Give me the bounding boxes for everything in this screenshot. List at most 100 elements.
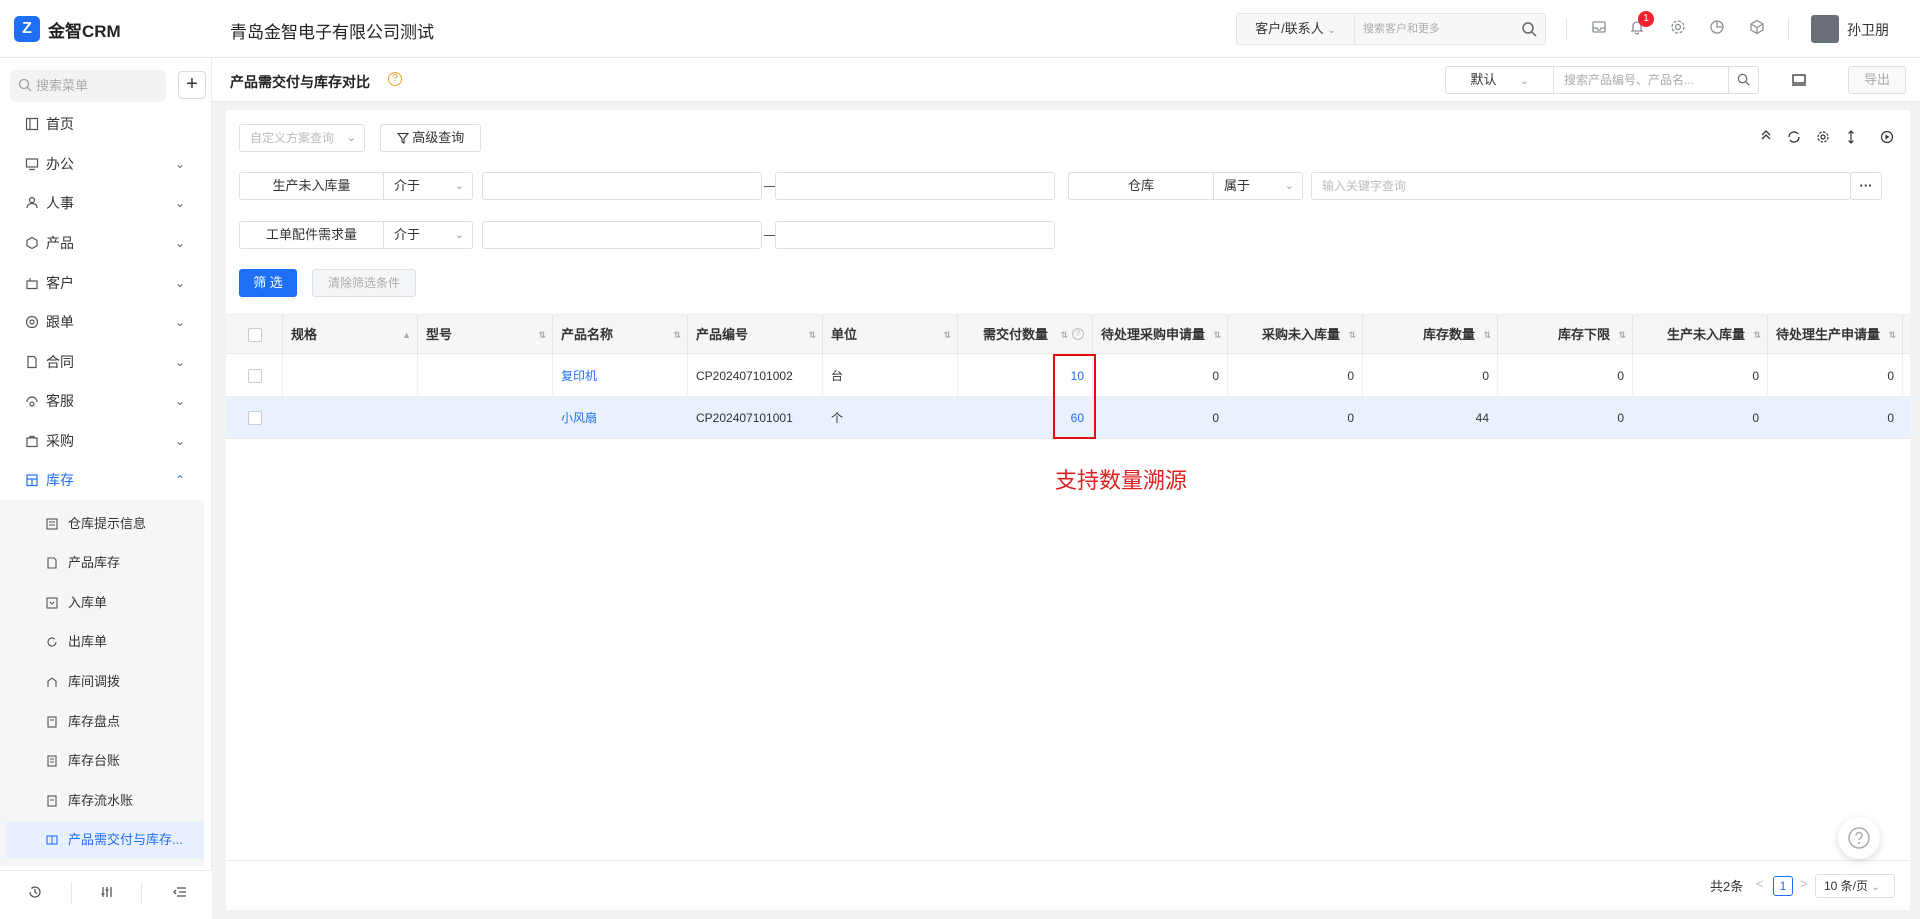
sidebar-subitem-label: 库存盘点 (68, 714, 121, 729)
global-search-input[interactable]: 搜索客户和更多 (1363, 14, 1513, 44)
gear-icon[interactable] (1668, 19, 1688, 39)
custom-scheme-select[interactable]: 自定义方案查询 ⌄ (239, 124, 365, 152)
collapse-menu-icon[interactable] (170, 884, 190, 904)
add-menu-button[interactable]: + (178, 71, 206, 99)
row-checkbox[interactable] (248, 411, 262, 425)
filter-field-label: 仓库 (1068, 172, 1214, 200)
row-height-icon[interactable] (1843, 130, 1859, 146)
cell-product-name-link[interactable]: 复印机 (553, 355, 688, 397)
pager-next[interactable]: > (1800, 876, 1808, 891)
search-type-select[interactable]: 客户/联系人 ⌄ (1237, 14, 1355, 44)
sidebar-subitem-product-stock[interactable]: 产品库存 (6, 545, 204, 581)
advanced-query-button[interactable]: 高级查询 (380, 124, 481, 152)
column-header[interactable]: 库存数量 ⇅ (1363, 315, 1498, 355)
sidebar-item-inventory[interactable]: 库存 ⌃ (0, 464, 206, 496)
sidebar-item-customer[interactable]: 客户 ⌄ (0, 267, 206, 299)
view-select[interactable]: 默认 ⌄ (1446, 67, 1554, 93)
inbox-icon[interactable] (1589, 19, 1609, 39)
help-icon[interactable]: ? (388, 72, 402, 86)
sidebar-item-product[interactable]: 产品 ⌄ (0, 227, 206, 259)
home-icon (25, 117, 39, 131)
warehouse-keyword-input[interactable]: 输入关键字查询 (1311, 172, 1851, 200)
sidebar-subitem-ledger[interactable]: 库存台账 (6, 743, 204, 779)
logo-icon[interactable]: Z (14, 16, 40, 42)
sidebar-item-purchase[interactable]: 采购 ⌄ (0, 425, 206, 457)
filter-max-input[interactable] (775, 221, 1055, 249)
sidebar-item-label: 合同 (46, 354, 74, 370)
app-logo-text[interactable]: 金智CRM (48, 17, 121, 42)
history-icon[interactable] (25, 884, 45, 904)
cell-stock-min: 0 (1498, 397, 1633, 439)
sidebar-subitem-stocktake[interactable]: 库存盘点 (6, 704, 204, 740)
column-header[interactable]: 型号 ⇅ (418, 315, 553, 355)
pager-prev[interactable]: < (1756, 876, 1764, 891)
filter-min-input[interactable] (482, 221, 762, 249)
row-select-cell (226, 397, 283, 439)
search-icon[interactable] (1521, 21, 1537, 37)
cell-stock: 44 (1363, 397, 1498, 439)
footer-divider (226, 860, 1910, 861)
sidebar-subitem-warehouse-info[interactable]: 仓库提示信息 (6, 506, 204, 542)
pager-current-page[interactable]: 1 (1773, 876, 1793, 896)
row-checkbox[interactable] (248, 369, 262, 383)
sliders-icon[interactable] (97, 884, 117, 904)
chevron-down-icon: ⌄ (175, 394, 186, 408)
sidebar-item-hr[interactable]: 人事 ⌄ (0, 187, 206, 219)
column-header[interactable]: 规格 ▲ (283, 315, 418, 355)
select-all-checkbox[interactable] (248, 328, 262, 342)
filter-button[interactable]: 筛 选 (239, 269, 297, 297)
gear-icon[interactable] (1815, 130, 1831, 146)
filter-operator-select[interactable]: 介于 ⌄ (383, 221, 473, 249)
sidebar-item-contract[interactable]: 合同 ⌄ (0, 346, 206, 378)
sidebar-subitem-transfer[interactable]: 库间调拨 (6, 664, 204, 700)
collapse-up-icon[interactable] (1758, 128, 1774, 144)
refresh-icon[interactable] (1786, 130, 1802, 146)
column-header[interactable]: 单位 ⇅ (823, 315, 958, 355)
sidebar-subitem-demand-vs-stock[interactable]: 产品需交付与库存... (6, 822, 204, 858)
help-icon[interactable]: ? (1072, 328, 1084, 340)
column-header[interactable]: 采购未入库量 ⇅ (1228, 315, 1363, 355)
filter-operator-select[interactable]: 介于 ⌄ (383, 172, 473, 200)
username[interactable]: 孙卫朋 (1847, 20, 1889, 40)
sidebar-subitem-label: 入库单 (68, 595, 108, 610)
cell-model (418, 397, 553, 439)
more-options-button[interactable]: ··· (1850, 172, 1882, 200)
sidebar-subitem-outbound[interactable]: 出库单 (6, 624, 204, 660)
sidebar-item-service[interactable]: 客服 ⌄ (0, 385, 206, 417)
filter-max-input[interactable] (775, 172, 1055, 200)
sidebar-item-followup[interactable]: 跟单 ⌄ (0, 306, 206, 338)
avatar[interactable] (1811, 15, 1839, 43)
menu-search-input[interactable]: 搜索菜单 (10, 70, 166, 102)
box-icon[interactable] (1747, 19, 1767, 39)
floating-help-button[interactable] (1838, 817, 1880, 859)
pager-total: 共2条 (1710, 879, 1744, 894)
page-search-button[interactable] (1728, 67, 1758, 93)
sidebar-item-home[interactable]: 首页 (0, 108, 206, 140)
column-header[interactable]: 需交付数量 ⇅? (958, 315, 1093, 355)
pie-chart-icon[interactable] (1707, 19, 1727, 39)
row-select-cell (226, 355, 283, 397)
column-header[interactable]: 产品编号 ⇅ (688, 315, 823, 355)
column-header[interactable]: 产品名称 ⇅ (553, 315, 688, 355)
play-circle-icon[interactable] (1879, 130, 1895, 146)
clear-filters-button[interactable]: 清除筛选条件 (312, 269, 416, 297)
sidebar-subitem-inbound[interactable]: 入库单 (6, 585, 204, 621)
sidebar-subitem-journal[interactable]: 库存流水账 (6, 783, 204, 819)
cell-product-code: CP202407101001 (688, 397, 823, 439)
sidebar-item-label: 人事 (46, 195, 74, 211)
column-header[interactable]: 待处理采购申请量 ⇅ (1093, 315, 1228, 355)
contract-icon (27, 355, 37, 369)
filter-min-input[interactable] (482, 172, 762, 200)
page-search-input[interactable]: 搜索产品编号、产品名... (1564, 67, 1694, 93)
column-header[interactable]: 生产未入库量 ⇅ (1633, 315, 1768, 355)
sidebar-item-office[interactable]: 办公 ⌄ (0, 148, 206, 180)
filter-operator-select[interactable]: 属于 ⌄ (1213, 172, 1303, 200)
cell-product-name-link[interactable]: 小风扇 (553, 397, 688, 439)
monitor-icon[interactable] (1791, 72, 1807, 88)
cell-pending-purchase: 0 (1093, 355, 1228, 397)
column-header[interactable]: 库存下限 ⇅ (1498, 315, 1633, 355)
page-size-select[interactable]: 10 条/页 ⌄ (1815, 874, 1895, 898)
export-button[interactable]: 导出 (1848, 66, 1906, 94)
highlight-box (1053, 354, 1096, 439)
column-header[interactable]: 待处理生产申请量 ⇅ (1768, 315, 1903, 355)
